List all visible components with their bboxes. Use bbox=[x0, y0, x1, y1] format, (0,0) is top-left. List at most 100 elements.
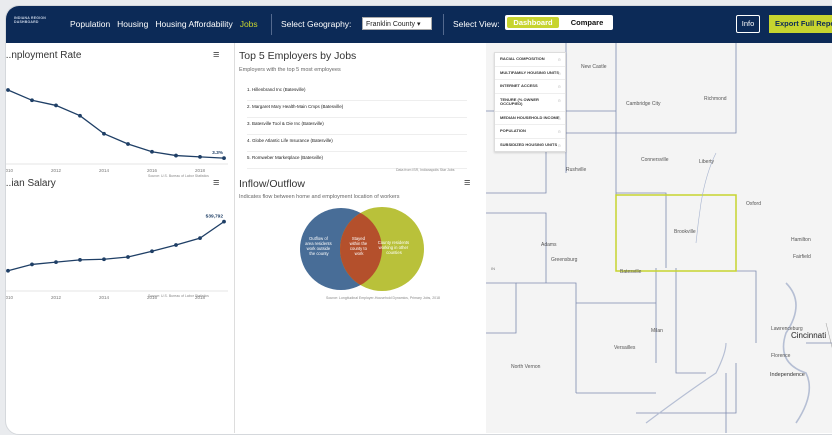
data-point bbox=[126, 142, 130, 146]
layer-item[interactable]: MULTIFAMILY HOUSING UNITS ⊝ bbox=[495, 67, 565, 80]
toggle-icon[interactable]: ⊝ bbox=[558, 98, 561, 104]
map-label: Batesville bbox=[620, 269, 642, 275]
map-label: Cambridge City bbox=[626, 101, 661, 107]
top-nav-bar: INDIANA REGION DASHBOARD Population Hous… bbox=[6, 6, 832, 43]
map-label: New Castle bbox=[581, 64, 607, 70]
city-label-cincinnati: Cincinnati bbox=[791, 331, 826, 340]
panel-divider bbox=[234, 43, 235, 433]
view-toggle: Dashboard Compare bbox=[505, 15, 613, 30]
list-item: 4. Globe Atlantic Life Insurance (Batesv… bbox=[247, 135, 467, 152]
map-label: Hamilton bbox=[791, 237, 811, 243]
x-tick-label: 2012 bbox=[51, 168, 62, 173]
nav-divider bbox=[271, 14, 272, 35]
map-label: Adams bbox=[541, 242, 557, 248]
data-point bbox=[78, 257, 82, 262]
salary-source: Source: U.S. Bureau of Labor Statistics bbox=[148, 294, 209, 298]
data-point bbox=[30, 98, 34, 103]
data-point bbox=[6, 268, 10, 273]
employment-rate-chart: 2010 2012 2014 2016 2018 3.3% bbox=[6, 88, 228, 173]
geography-select[interactable]: Franklin County ▾ bbox=[362, 17, 432, 30]
data-point bbox=[198, 236, 202, 241]
dashboard-view-button[interactable]: Dashboard bbox=[507, 17, 559, 28]
x-tick-label: 2014 bbox=[99, 168, 110, 173]
compare-view-button[interactable]: Compare bbox=[561, 15, 613, 30]
map-label: Milan bbox=[651, 328, 663, 334]
series-line bbox=[7, 89, 225, 159]
layer-label: RACIAL COMPOSITION bbox=[500, 56, 545, 61]
data-point bbox=[54, 260, 58, 265]
venn-left-label: the county bbox=[309, 251, 329, 256]
layer-item[interactable]: POPULATION ⊝ bbox=[495, 125, 565, 139]
data-point bbox=[78, 113, 82, 118]
toggle-icon[interactable]: ⊝ bbox=[558, 71, 561, 77]
layer-item[interactable]: INTERNET ACCESS ⊝ bbox=[495, 80, 565, 94]
top-employers-title: Top 5 Employers by Jobs bbox=[239, 50, 357, 62]
data-point bbox=[174, 243, 178, 247]
x-tick-label: 2018 bbox=[195, 168, 206, 173]
map-label: Greensburg bbox=[551, 257, 578, 263]
view-label: Select View: bbox=[453, 19, 500, 29]
app-window: INDIANA REGION DASHBOARD Population Hous… bbox=[5, 5, 832, 435]
data-point bbox=[54, 103, 58, 108]
layer-item[interactable]: TENURE (% OWNER OCCUPIED) ⊝ bbox=[495, 94, 565, 112]
end-value-label: $39,792 bbox=[206, 214, 224, 220]
main-nav: Population Housing Housing Affordability… bbox=[70, 19, 258, 29]
employment-source: Source: U.S. Bureau of Labor Statistics bbox=[148, 174, 209, 178]
toggle-icon[interactable]: ⊝ bbox=[558, 84, 561, 90]
nav-divider bbox=[443, 14, 444, 35]
map-label: Versailles bbox=[614, 345, 636, 351]
top-employers-subtitle: Employers with the top 5 most employees bbox=[239, 67, 341, 73]
venn-right-label: counties bbox=[386, 250, 402, 255]
map-label: Richmond bbox=[704, 96, 727, 102]
toggle-icon[interactable]: ⊝ bbox=[558, 143, 561, 149]
data-point bbox=[30, 262, 34, 267]
layer-label: POPULATION bbox=[500, 128, 526, 133]
venn-diagram: Outflow of area residents work outside t… bbox=[300, 207, 424, 291]
venn-center-label: work bbox=[355, 251, 365, 256]
layer-item[interactable]: RACIAL COMPOSITION ⊝ bbox=[495, 53, 565, 67]
layer-item[interactable]: MEDIAN HOUSEHOLD INCOME ⊝ bbox=[495, 112, 565, 125]
toggle-icon[interactable]: ⊝ bbox=[558, 116, 561, 122]
list-item: 5. Romweber Marketplace (Batesville) bbox=[247, 152, 467, 169]
nav-jobs[interactable]: Jobs bbox=[240, 19, 258, 29]
x-tick-label: 2010 bbox=[6, 168, 14, 173]
export-report-button[interactable]: Export Full Report bbox=[769, 15, 832, 33]
list-item: 3. Batesville Tool & Die Inc (Batesville… bbox=[247, 118, 467, 135]
median-salary-chart: 20102012201420162018$39,792 bbox=[6, 214, 228, 300]
layer-label: MEDIAN HOUSEHOLD INCOME bbox=[500, 114, 560, 120]
inflow-outflow-subtitle: Indicates flow between home and employme… bbox=[239, 194, 400, 200]
x-tick-label: 2010 bbox=[6, 295, 14, 300]
map-label: Connersville bbox=[641, 157, 669, 163]
inflow-outflow-title: Inflow/Outflow bbox=[239, 178, 305, 190]
logo-line: DASHBOARD bbox=[14, 20, 39, 24]
map-label: Liberty bbox=[699, 159, 715, 165]
map-label: Brookville bbox=[674, 229, 696, 235]
end-value-label: 3.3% bbox=[212, 150, 224, 156]
map-label: North Vernon bbox=[511, 364, 541, 370]
x-tick-label: 2014 bbox=[99, 295, 110, 300]
data-point bbox=[150, 149, 154, 154]
map-label: Florence bbox=[771, 353, 791, 359]
series-line bbox=[7, 221, 225, 272]
employment-menu-icon[interactable]: ≡ bbox=[213, 49, 219, 61]
geography-label: Select Geography: bbox=[281, 19, 352, 29]
info-button[interactable]: Info bbox=[736, 15, 760, 33]
flow-menu-icon[interactable]: ≡ bbox=[464, 177, 470, 189]
layer-label: TENURE (% OWNER OCCUPIED) bbox=[500, 96, 539, 106]
nav-housing[interactable]: Housing bbox=[117, 19, 148, 29]
toggle-icon[interactable]: ⊝ bbox=[558, 57, 561, 63]
list-item: 1. Hillenbrand Inc (Batesville) bbox=[247, 84, 467, 101]
nav-population[interactable]: Population bbox=[70, 19, 110, 29]
data-point bbox=[126, 255, 130, 259]
geography-value: Franklin County bbox=[366, 21, 416, 28]
layer-label: MULTIFAMILY HOUSING UNITS bbox=[500, 69, 560, 75]
nav-housing-affordability[interactable]: Housing Affordability bbox=[155, 19, 232, 29]
toggle-icon[interactable]: ⊝ bbox=[558, 129, 561, 135]
salary-menu-icon[interactable]: ≡ bbox=[213, 177, 219, 189]
app-logo[interactable]: INDIANA REGION DASHBOARD bbox=[14, 16, 54, 32]
map-label: Independence bbox=[770, 372, 805, 378]
employer-list: 1. Hillenbrand Inc (Batesville) 2. Marga… bbox=[247, 84, 467, 169]
layer-item[interactable]: SUBSIDIZED HOUSING UNITS ⊝ bbox=[495, 139, 565, 152]
data-point bbox=[174, 153, 178, 158]
data-point bbox=[198, 154, 202, 159]
